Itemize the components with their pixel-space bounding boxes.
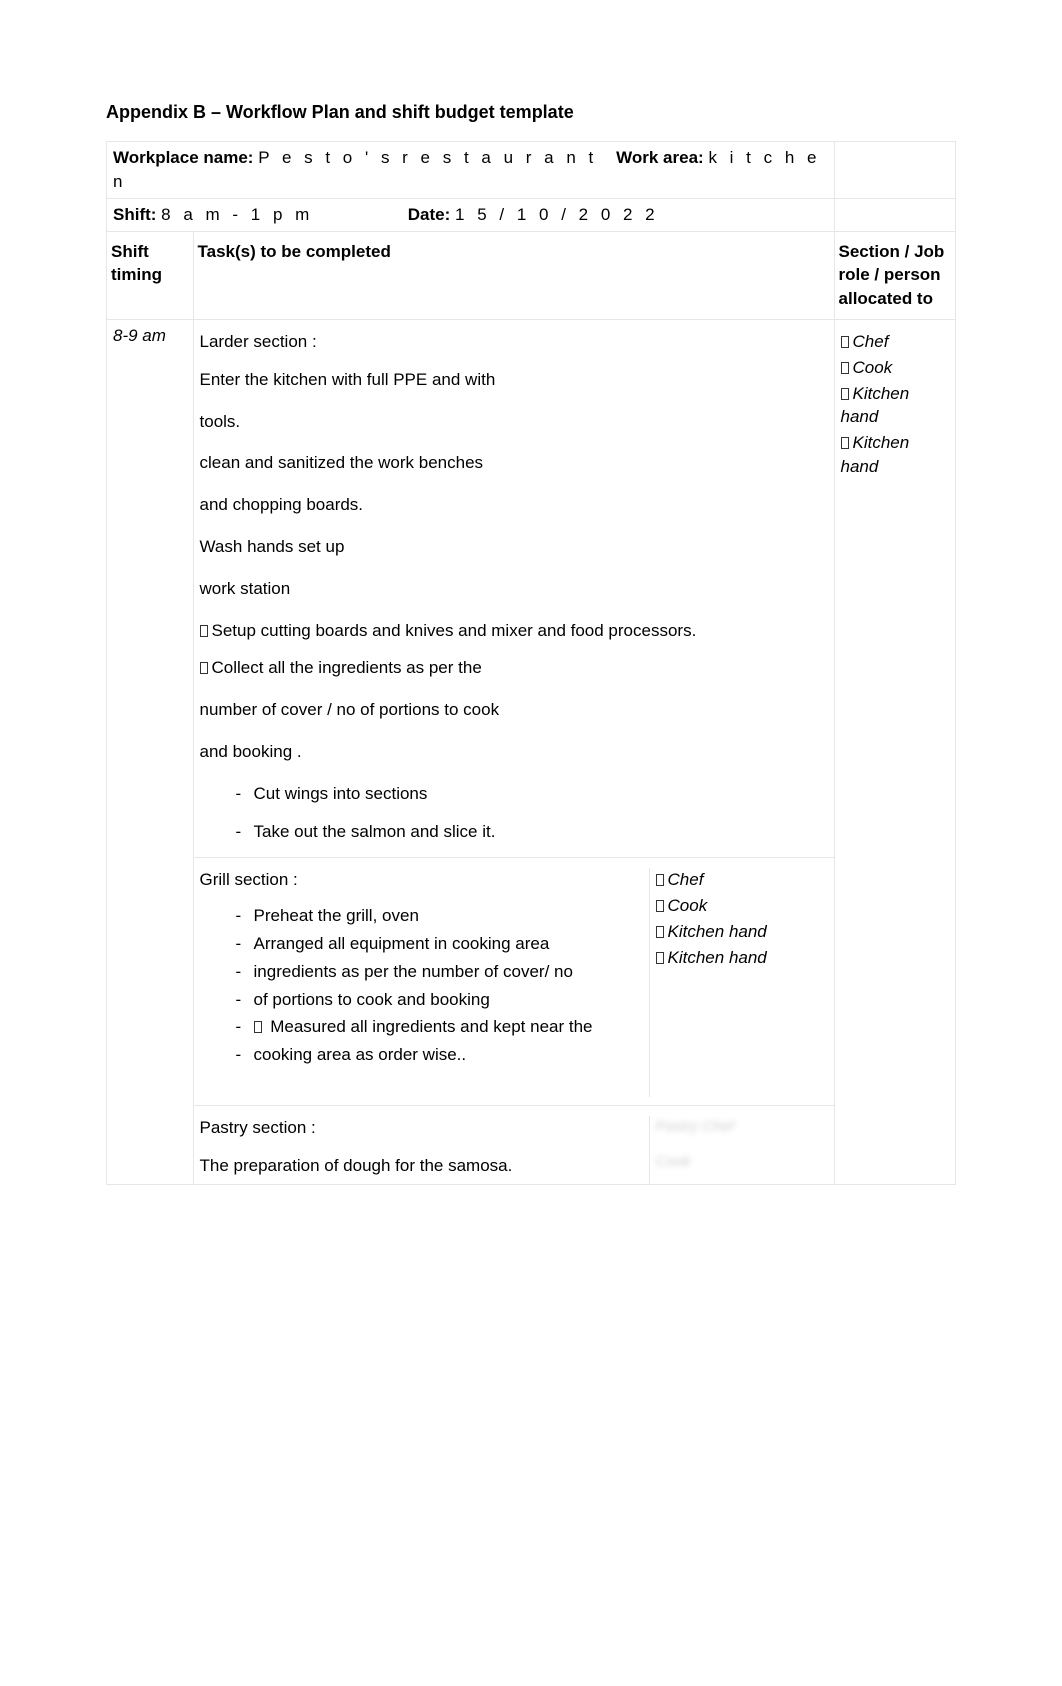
shift-label: Shift: xyxy=(113,205,156,224)
role-item: Kitchen hand xyxy=(841,382,949,430)
blurred-role: Pastry Chef xyxy=(656,1116,834,1137)
list-item: of portions to cook and booking xyxy=(236,988,645,1012)
checkbox-icon xyxy=(656,952,664,964)
checkbox-icon xyxy=(656,900,664,912)
date-value: 1 5 / 1 0 / 2 0 2 2 xyxy=(455,205,659,224)
roles-cell: Chef Cook Kitchen hand Kitchen hand xyxy=(834,319,955,1184)
role-item: Cook xyxy=(841,356,949,380)
role-item: Cook xyxy=(656,894,834,918)
list-item: ingredients as per the number of cover/ … xyxy=(236,960,645,984)
role-text: Kitchen hand xyxy=(668,948,767,967)
pastry-heading: Pastry section : xyxy=(200,1116,645,1140)
tasks-cell: Larder section : Enter the kitchen with … xyxy=(193,319,834,1184)
role-text: Chef xyxy=(853,332,889,351)
date-right-cell xyxy=(834,198,955,231)
larder-p1: Enter the kitchen with full PPE and with xyxy=(200,368,828,392)
grill-block: Grill section : Preheat the grill, oven … xyxy=(194,857,834,1097)
larder-b1: Setup cutting boards and knives and mixe… xyxy=(200,619,828,643)
shift-cell: Shift: 8 a m - 1 p m Date: 1 5 / 1 0 / 2… xyxy=(107,198,835,231)
workplace-label: Workplace name: xyxy=(113,148,253,167)
larder-heading: Larder section : xyxy=(200,330,828,354)
role-text: Kitchen hand xyxy=(841,384,910,427)
larder-p3: clean and sanitized the work benches xyxy=(200,451,828,475)
role-text: Kitchen hand xyxy=(841,433,910,476)
checkbox-icon xyxy=(200,662,208,674)
role-text: Cook xyxy=(668,896,708,915)
grill-heading: Grill section : xyxy=(200,868,645,892)
list-item: Measured all ingredients and kept near t… xyxy=(236,1015,645,1039)
shift-value: 8 a m - 1 p m xyxy=(161,205,313,224)
list-item: Preheat the grill, oven xyxy=(236,904,645,928)
checkbox-icon xyxy=(200,625,208,637)
list-item: Take out the salmon and slice it. xyxy=(236,820,828,844)
larder-p6: work station xyxy=(200,577,828,601)
workplace-cell: Workplace name: P e s t o ' s r e s t a … xyxy=(107,142,835,199)
larder-b1-text: Setup cutting boards and knives and mixe… xyxy=(212,621,697,640)
checkbox-icon xyxy=(841,437,849,449)
workflow-table: Workplace name: P e s t o ' s r e s t a … xyxy=(106,141,956,1184)
role-text: Kitchen hand xyxy=(668,922,767,941)
pastry-block: Pastry section : The preparation of doug… xyxy=(194,1105,834,1184)
grill-li5-text: Measured all ingredients and kept near t… xyxy=(266,1017,593,1036)
grill-list: Preheat the grill, oven Arranged all equ… xyxy=(200,904,645,1067)
list-item: Arranged all equipment in cooking area xyxy=(236,932,645,956)
workarea-label: Work area: xyxy=(616,148,704,167)
larder-p7: number of cover / no of portions to cook xyxy=(200,698,828,722)
role-item: Kitchen hand xyxy=(656,946,834,970)
workarea-right-cell xyxy=(834,142,955,199)
workplace-value: P e s t o ' s r e s t a u r a n t xyxy=(258,148,597,167)
role-item: Kitchen hand xyxy=(841,431,949,479)
larder-b2-text: Collect all the ingredients as per the xyxy=(212,658,482,677)
col-header-tasks: Task(s) to be completed xyxy=(193,231,834,319)
role-item: Chef xyxy=(656,868,834,892)
timing-cell: 8-9 am xyxy=(107,319,194,1184)
date-label: Date: xyxy=(408,205,451,224)
pastry-p1: The preparation of dough for the samosa. xyxy=(200,1154,645,1178)
page-title: Appendix B – Workflow Plan and shift bud… xyxy=(106,100,956,125)
role-item: Kitchen hand xyxy=(656,920,834,944)
role-text: Cook xyxy=(853,358,893,377)
role-text: Chef xyxy=(668,870,704,889)
blurred-role: Cook xyxy=(656,1151,834,1172)
checkbox-icon xyxy=(841,336,849,348)
col-header-timing: Shift timing xyxy=(107,231,194,319)
checkbox-icon xyxy=(656,874,664,886)
role-item: Chef xyxy=(841,330,949,354)
larder-p8: and booking . xyxy=(200,740,828,764)
list-item: Cut wings into sections xyxy=(236,782,828,806)
checkbox-icon xyxy=(841,388,849,400)
checkbox-icon xyxy=(656,926,664,938)
checkbox-icon xyxy=(841,362,849,374)
checkbox-icon xyxy=(254,1021,262,1033)
larder-p4: and chopping boards. xyxy=(200,493,828,517)
larder-b2: Collect all the ingredients as per the xyxy=(200,656,828,680)
larder-p2: tools. xyxy=(200,410,828,434)
list-item: cooking area as order wise.. xyxy=(236,1043,645,1067)
larder-list: Cut wings into sections Take out the sal… xyxy=(200,782,828,844)
col-header-roles: Section / Job role / person allocated to xyxy=(834,231,955,319)
larder-p5: Wash hands set up xyxy=(200,535,828,559)
